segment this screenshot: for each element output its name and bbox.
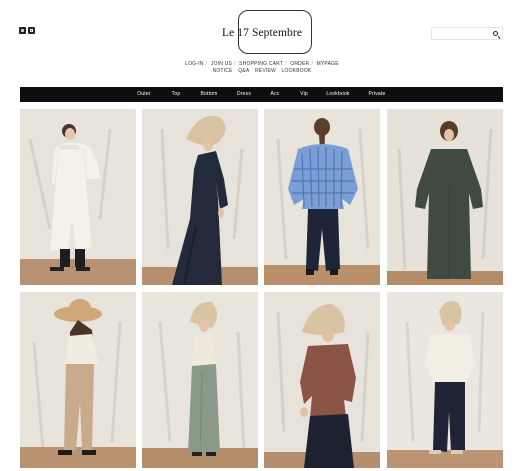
product-image[interactable] bbox=[264, 292, 380, 468]
nav-item-acc[interactable]: Acc bbox=[271, 87, 280, 102]
search-input[interactable] bbox=[435, 29, 491, 39]
notice-link[interactable]: NOTICE bbox=[213, 68, 233, 74]
search-box[interactable] bbox=[431, 27, 503, 40]
product-card[interactable] bbox=[142, 292, 258, 468]
order-link[interactable]: ORDER bbox=[290, 61, 309, 67]
qna-link[interactable]: Q&A bbox=[238, 68, 249, 74]
nav-item-vip[interactable]: Vip bbox=[300, 87, 308, 102]
product-card[interactable] bbox=[20, 292, 136, 468]
nav-item-outer[interactable]: Outer bbox=[137, 87, 151, 102]
product-card[interactable] bbox=[142, 109, 258, 285]
utility-nav-row-1: LOG-IN / JOIN US / SHOPPING CART / ORDER / M… bbox=[185, 61, 339, 67]
product-card[interactable] bbox=[264, 292, 380, 468]
main-nav: Outer Top Bottom Dress Acc Vip Lookbook … bbox=[20, 87, 503, 102]
instagram-icon[interactable] bbox=[19, 27, 26, 34]
login-link[interactable]: LOG-IN bbox=[185, 61, 203, 67]
nav-item-dress[interactable]: Dress bbox=[237, 87, 251, 102]
product-image[interactable] bbox=[20, 292, 136, 468]
nav-item-bottom[interactable]: Bottom bbox=[200, 87, 217, 102]
product-card[interactable] bbox=[20, 109, 136, 285]
product-card[interactable] bbox=[264, 109, 380, 285]
product-image[interactable] bbox=[20, 109, 136, 285]
product-card[interactable] bbox=[387, 292, 503, 468]
product-image[interactable] bbox=[264, 109, 380, 285]
lookbook-link[interactable]: LOOKBOOK bbox=[282, 68, 312, 74]
social-links bbox=[19, 27, 35, 34]
product-card[interactable] bbox=[387, 109, 503, 285]
blog-icon[interactable] bbox=[28, 27, 35, 34]
search-icon[interactable] bbox=[493, 31, 498, 36]
utility-nav-row-2: NOTICE Q&A REVIEW LOOKBOOK bbox=[2, 68, 520, 74]
mypage-link[interactable]: MYPAGE bbox=[317, 61, 339, 67]
product-image[interactable] bbox=[387, 109, 503, 285]
product-image[interactable] bbox=[142, 292, 258, 468]
join-link[interactable]: JOIN US bbox=[211, 61, 232, 67]
product-image[interactable] bbox=[142, 109, 258, 285]
logo-highlight-ring bbox=[238, 10, 312, 54]
product-image[interactable] bbox=[387, 292, 503, 468]
nav-item-lookbook[interactable]: Lookbook bbox=[326, 87, 349, 102]
nav-item-private[interactable]: Private bbox=[369, 87, 386, 102]
cart-link[interactable]: SHOPPING CART bbox=[239, 61, 283, 67]
nav-item-top[interactable]: Top bbox=[172, 87, 181, 102]
review-link[interactable]: REVIEW bbox=[255, 68, 276, 74]
